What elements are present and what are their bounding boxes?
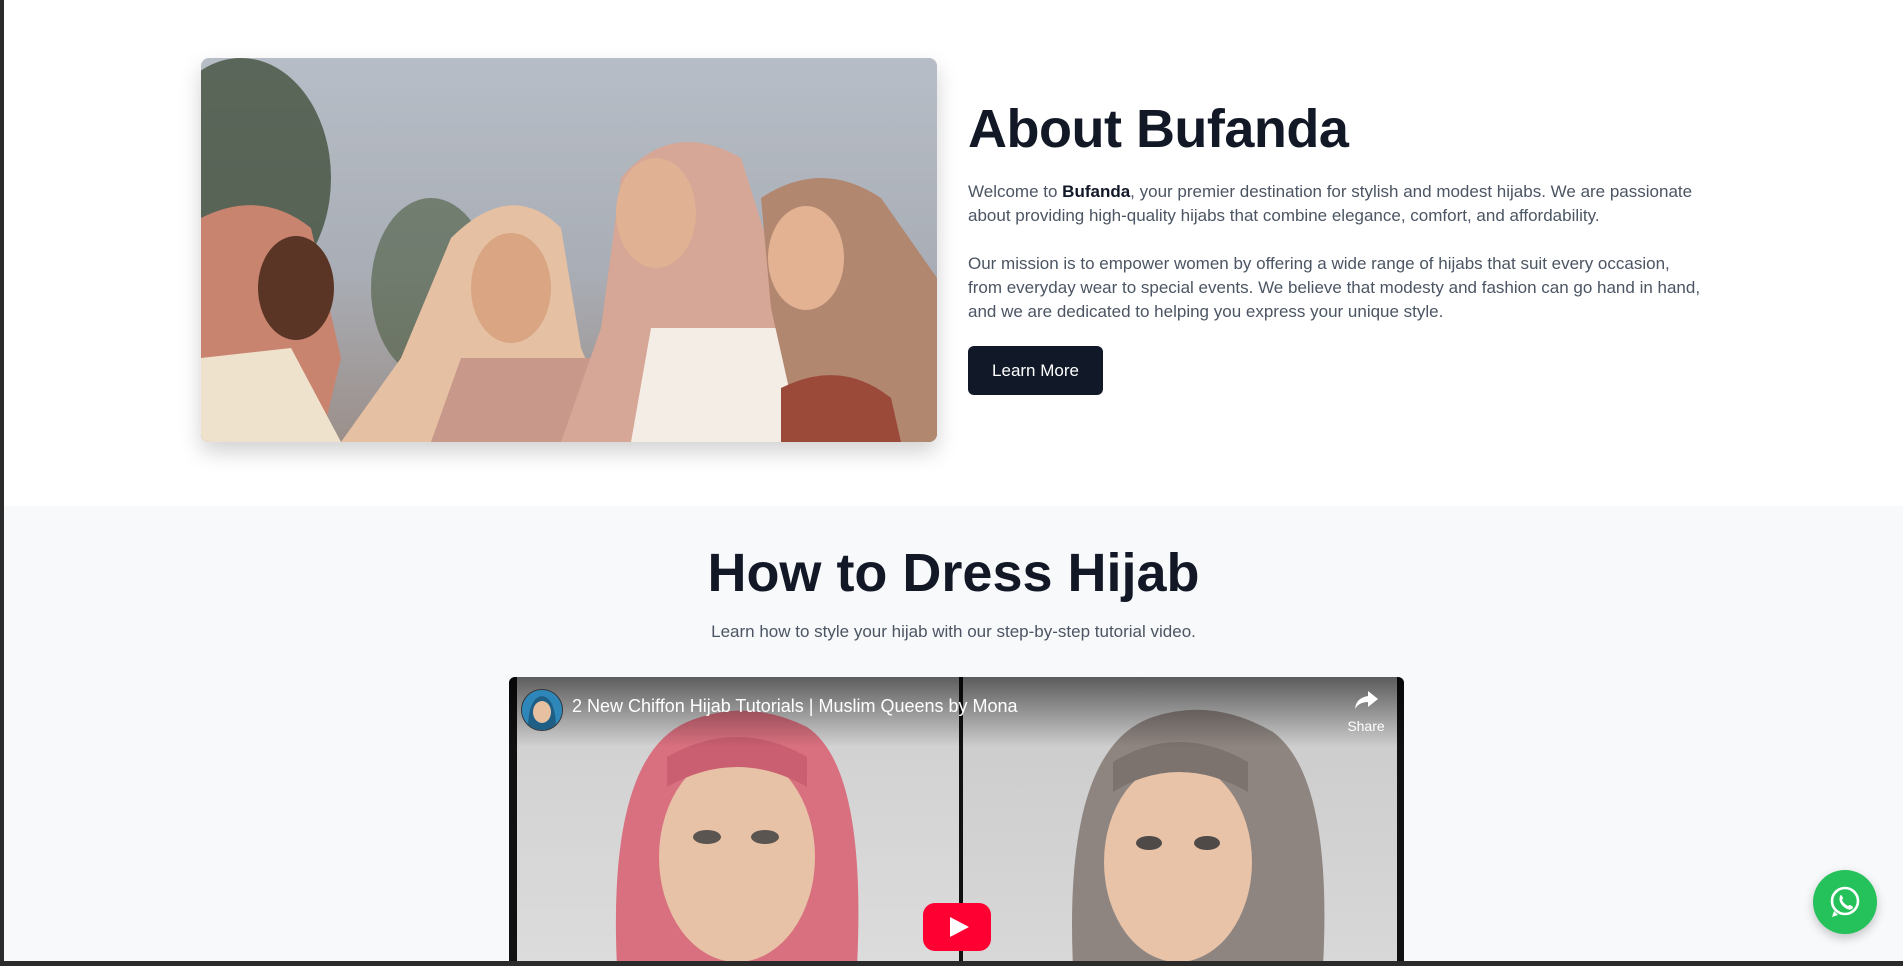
- share-button[interactable]: Share: [1341, 689, 1391, 734]
- brand-name: Bufanda: [1062, 182, 1131, 201]
- whatsapp-icon: [1830, 886, 1860, 917]
- about-photo: [201, 58, 937, 442]
- video-embed[interactable]: 2 New Chiffon Hijab Tutorials | Muslim Q…: [509, 677, 1404, 961]
- page: About Bufanda Welcome to Bufanda, your p…: [4, 0, 1903, 961]
- tutorial-section: How to Dress Hijab Learn how to style yo…: [4, 506, 1903, 961]
- about-mission-paragraph: Our mission is to empower women by offer…: [968, 254, 1701, 321]
- share-arrow-icon: [1355, 691, 1378, 709]
- women-in-hijabs-illustration: [201, 58, 937, 442]
- about-intro-prefix: Welcome to: [968, 182, 1063, 201]
- whatsapp-chat-button[interactable]: [1813, 870, 1877, 934]
- learn-more-button[interactable]: Learn More: [968, 346, 1103, 395]
- tutorial-title: How to Dress Hijab: [707, 543, 1200, 603]
- tutorial-subtitle: Learn how to style your hijab with our s…: [711, 622, 1196, 641]
- channel-avatar[interactable]: [521, 689, 563, 731]
- about-section: About Bufanda Welcome to Bufanda, your p…: [4, 0, 1903, 506]
- channel-avatar-image: [522, 690, 562, 730]
- share-label: Share: [1347, 718, 1385, 734]
- about-title: About Bufanda: [968, 99, 1349, 159]
- about-intro-paragraph: Welcome to Bufanda, your premier destina…: [968, 180, 1708, 228]
- video-title[interactable]: 2 New Chiffon Hijab Tutorials | Muslim Q…: [572, 696, 1018, 717]
- youtube-play-icon[interactable]: [923, 903, 991, 951]
